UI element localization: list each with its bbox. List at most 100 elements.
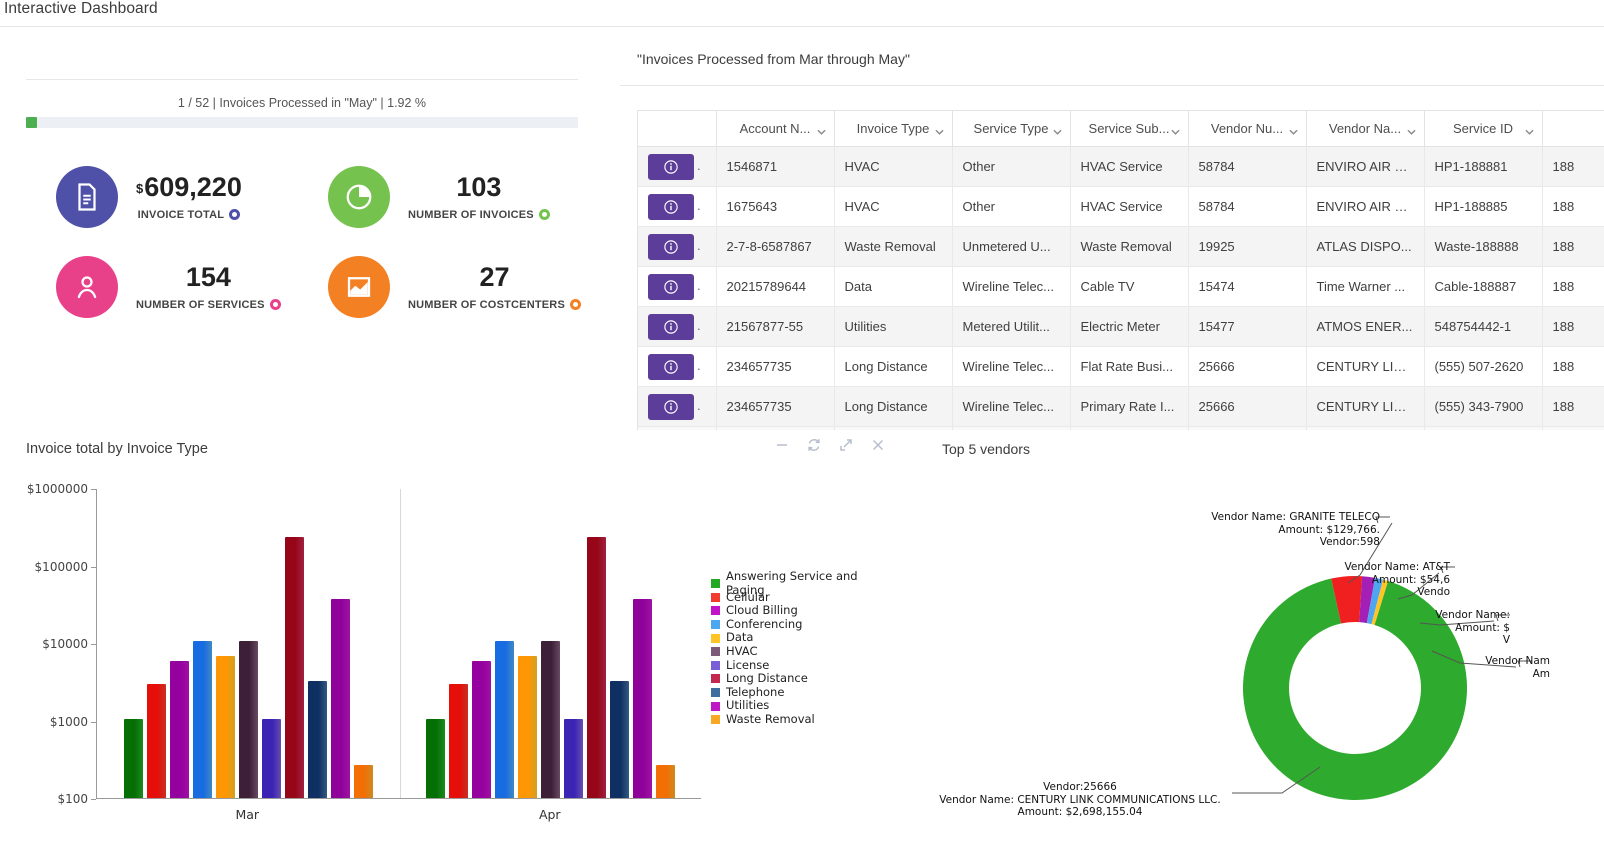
bar[interactable] <box>284 537 304 798</box>
column-header[interactable]: Service Type <box>952 110 1071 147</box>
bar[interactable] <box>564 718 584 798</box>
column-header[interactable]: Invoice Type <box>834 110 953 147</box>
kpi-label: NUMBER OF COSTCENTERS <box>408 299 581 311</box>
chevron-down-icon[interactable] <box>1288 124 1298 135</box>
table-cell: HVAC Service <box>1070 146 1189 187</box>
bar[interactable] <box>541 641 561 798</box>
currency-symbol: $ <box>136 181 144 197</box>
progress-bar[interactable] <box>26 117 578 128</box>
chevron-down-icon[interactable] <box>1406 124 1416 135</box>
chevron-down-icon[interactable] <box>1052 124 1062 135</box>
row-action-cell[interactable]: . <box>638 266 717 307</box>
bar[interactable] <box>123 718 143 798</box>
info-dot-icon[interactable] <box>229 209 241 221</box>
table-cell: Metered Utilit... <box>952 306 1071 347</box>
row-action-cell[interactable]: . <box>638 386 717 427</box>
bar[interactable] <box>495 641 515 798</box>
row-action-cell[interactable]: . <box>638 226 717 267</box>
bar[interactable] <box>330 598 350 798</box>
legend-item[interactable]: HVAC <box>711 644 886 659</box>
info-dot-icon[interactable] <box>269 299 281 311</box>
chevron-down-icon[interactable] <box>816 124 826 135</box>
refresh-icon[interactable] <box>806 437 822 453</box>
info-icon[interactable] <box>648 393 694 420</box>
column-header[interactable]: Service ID <box>1424 110 1543 147</box>
kpi-card[interactable]: $609,220 INVOICE TOTAL <box>56 166 328 228</box>
legend-item[interactable]: Answering Service and Paging <box>711 569 886 597</box>
table-row[interactable]: . 234657735 Long Distance Wireline Telec...… <box>638 386 1604 427</box>
table-row[interactable]: . 20215789644 Data Wireline Telec... Cable T… <box>638 266 1604 307</box>
info-icon[interactable] <box>648 313 694 340</box>
table-cell: 15474 <box>1188 266 1307 307</box>
expand-icon[interactable] <box>838 437 854 453</box>
info-dot-icon[interactable] <box>538 209 550 221</box>
bar[interactable] <box>633 598 653 798</box>
table-cell: 15477 <box>1188 306 1307 347</box>
row-action-cell[interactable]: . <box>638 346 717 387</box>
info-icon[interactable] <box>648 153 694 180</box>
minimize-icon[interactable] <box>774 437 790 453</box>
kpi-label-text: NUMBER OF INVOICES <box>408 208 534 221</box>
bar[interactable] <box>449 683 469 798</box>
row-action-cell[interactable]: . <box>638 186 717 227</box>
info-icon[interactable] <box>648 193 694 220</box>
row-dot: . <box>697 277 701 293</box>
column-header[interactable]: Vendor Na... <box>1306 110 1425 147</box>
bar[interactable] <box>169 661 189 798</box>
bar[interactable] <box>472 661 492 798</box>
table-row[interactable]: . 21567877-55 Utilities Metered Utilit... El… <box>638 306 1604 347</box>
legend-item[interactable]: Data <box>711 631 886 645</box>
column-header[interactable]: Vendor Nu... <box>1188 110 1307 147</box>
legend-item[interactable]: Long Distance <box>711 672 886 686</box>
info-icon[interactable] <box>648 353 694 380</box>
bar[interactable] <box>353 764 373 798</box>
info-dot-icon[interactable] <box>569 299 581 311</box>
bar[interactable] <box>656 764 676 798</box>
kpi-card[interactable]: 27 NUMBER OF COSTCENTERS <box>328 256 600 318</box>
chevron-down-icon[interactable] <box>1170 124 1180 135</box>
legend-item[interactable]: Conferencing <box>711 617 886 632</box>
legend-item[interactable]: Utilities <box>711 699 886 713</box>
bar[interactable] <box>215 655 235 798</box>
chevron-down-icon[interactable] <box>1524 124 1534 135</box>
chevron-down-icon[interactable] <box>934 124 944 135</box>
bar[interactable] <box>610 681 630 798</box>
legend-swatch <box>711 579 720 589</box>
info-icon[interactable] <box>648 273 694 300</box>
annotation-amount: Amount: $ <box>1455 621 1510 634</box>
table-row[interactable]: . 1546871 HVAC Other HVAC Service 58784 ENVIRO… <box>638 146 1604 187</box>
legend-item[interactable]: Telephone <box>711 685 886 700</box>
column-header[interactable]: Account N... <box>716 110 835 147</box>
kpi-card[interactable]: 154 NUMBER OF SERVICES <box>56 256 328 318</box>
bar[interactable] <box>192 641 212 798</box>
kpi-card[interactable]: 103 NUMBER OF INVOICES <box>328 166 600 228</box>
legend-item[interactable]: Waste Removal <box>711 712 886 727</box>
bar-chart-panel: Invoice total by Invoice Type $100 $1000… <box>0 427 912 861</box>
bar[interactable] <box>261 718 281 798</box>
column-header[interactable]: Service Sub... <box>1070 110 1189 147</box>
table-row[interactable]: . 1675643 HVAC Other HVAC Service 58784 ENVIRO… <box>638 186 1604 227</box>
bar[interactable] <box>518 655 538 798</box>
row-action-cell[interactable]: . <box>638 306 717 347</box>
invoice-table-scroll[interactable]: Account N... Invoice Type Service Type Serv… <box>637 110 1604 430</box>
table-row[interactable]: . 234657735 Long Distance Wireline Telec...… <box>638 346 1604 387</box>
bar[interactable] <box>307 681 327 798</box>
bar[interactable] <box>238 641 258 798</box>
table-row[interactable]: . 2-7-8-6587867 Waste Removal Unmetered U..… <box>638 226 1604 267</box>
table-cell: (555) 343-7900 <box>1424 386 1543 427</box>
column-header[interactable]: C... <box>1542 110 1604 147</box>
app-header: Interactive Dashboard <box>0 0 1604 26</box>
legend-item[interactable]: Cloud Billing <box>711 604 886 618</box>
column-header[interactable] <box>638 110 717 147</box>
bar[interactable] <box>587 537 607 798</box>
close-icon[interactable] <box>870 437 886 453</box>
row-action-cell[interactable]: . <box>638 146 717 187</box>
y-axis-tick-label: $10000 <box>26 637 96 651</box>
annotation-vendor-number: V <box>1502 634 1510 646</box>
bar[interactable] <box>426 718 446 798</box>
legend-swatch <box>711 688 720 698</box>
donut-chart[interactable] <box>1230 563 1480 813</box>
info-icon[interactable] <box>648 233 694 260</box>
legend-item[interactable]: License <box>711 658 886 673</box>
bar[interactable] <box>146 683 166 798</box>
